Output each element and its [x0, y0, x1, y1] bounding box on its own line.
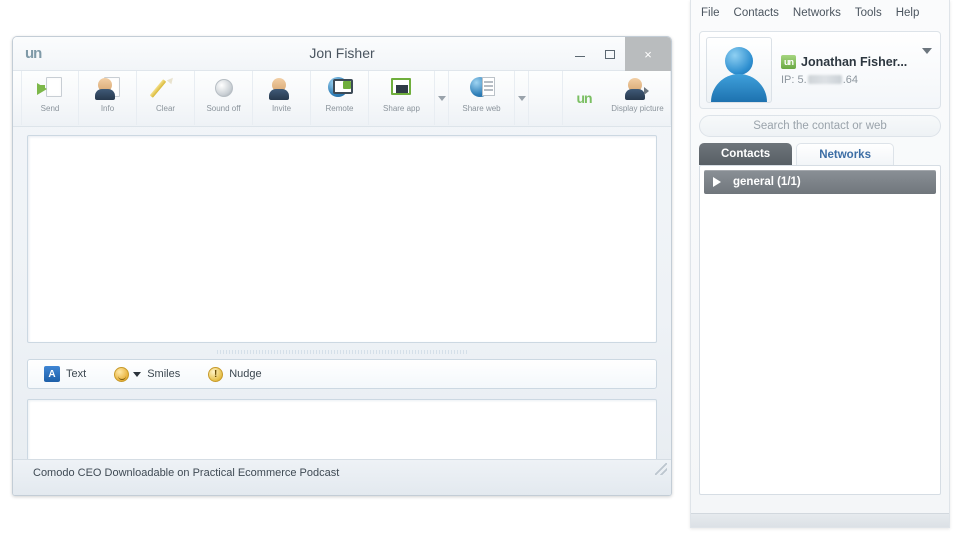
ribbon-button-invite[interactable]: Invite	[253, 71, 311, 125]
format-button-text[interactable]: A Text	[44, 366, 86, 382]
menu-bar: File Contacts Networks Tools Help	[691, 0, 949, 26]
search-input[interactable]: Search the contact or web	[699, 115, 941, 137]
ribbon-button-sound-off[interactable]: Sound off	[195, 71, 253, 125]
display-picture-icon	[624, 75, 651, 101]
menu-item-contacts[interactable]: Contacts	[734, 7, 779, 19]
ribbon-button-share-web[interactable]: Share web	[449, 71, 515, 125]
menu-item-tools[interactable]: Tools	[855, 7, 882, 19]
sound-off-icon	[211, 75, 237, 101]
ribbon-label-share-web: Share web	[462, 104, 501, 113]
ribbon-button-clear[interactable]: Clear	[137, 71, 195, 125]
chevron-down-icon	[437, 95, 446, 101]
ribbon-label-send: Send	[40, 104, 60, 113]
ribbon-button-send[interactable]: Send	[21, 71, 79, 125]
triangle-right-icon[interactable]	[713, 177, 721, 187]
minimize-button[interactable]	[565, 37, 595, 71]
remote-desktop-icon	[327, 75, 353, 101]
profile-name: Jonathan Fisher...	[801, 54, 908, 69]
text-format-icon: A	[44, 366, 60, 382]
profile-ip-address: IP: 5. .64	[781, 74, 934, 86]
ribbon-right-group: un Display picture	[563, 71, 671, 125]
share-app-dropdown-button[interactable]	[435, 71, 449, 125]
menu-item-help[interactable]: Help	[896, 7, 920, 19]
pencil-clear-icon	[149, 75, 179, 101]
chevron-down-icon[interactable]	[922, 48, 932, 54]
profile-card[interactable]: un Jonathan Fisher... IP: 5. .64	[699, 31, 941, 109]
tab-networks[interactable]: Networks	[796, 143, 894, 165]
ribbon-button-info[interactable]: Info	[79, 71, 137, 125]
share-app-icon	[389, 75, 415, 101]
nudge-icon: !	[208, 366, 224, 382]
triangle-right-icon	[643, 87, 649, 95]
menu-item-networks[interactable]: Networks	[793, 7, 841, 19]
contact-group-row[interactable]: general (1/1)	[704, 170, 936, 194]
invite-people-icon	[268, 75, 295, 101]
chat-transcript-area[interactable]	[27, 135, 657, 343]
chat-titlebar: un Jon Fisher ×	[13, 37, 671, 71]
ribbon-label-info: Info	[100, 104, 115, 113]
maximize-button[interactable]	[595, 37, 625, 71]
ribbon-label-remote: Remote	[325, 104, 354, 113]
smiley-icon	[114, 366, 130, 382]
redacted-ip-segment	[807, 75, 842, 84]
format-button-smiles[interactable]: Smiles	[114, 366, 181, 382]
ribbon-button-share-app[interactable]: Share app	[369, 71, 435, 125]
close-button[interactable]: ×	[625, 37, 671, 71]
ribbon-spacer	[529, 71, 563, 125]
chat-status-bar: Comodo CEO Downloadable on Practical Eco…	[13, 459, 671, 495]
ribbon-button-display-picture[interactable]: Display picture	[605, 71, 671, 125]
send-mail-icon	[37, 75, 63, 101]
share-web-icon	[469, 75, 495, 101]
resize-grip-icon[interactable]	[655, 463, 667, 475]
format-button-nudge[interactable]: ! Nudge	[208, 366, 262, 382]
ribbon-label-clear: Clear	[155, 104, 176, 113]
panel-footer	[691, 513, 949, 527]
minimize-icon	[575, 56, 585, 57]
contact-info-icon	[94, 75, 121, 101]
chat-window: un Jon Fisher × Send Info Clear Sound of…	[12, 36, 672, 496]
ribbon-label-sound-off: Sound off	[206, 104, 241, 113]
avatar[interactable]	[706, 37, 772, 103]
tab-contacts[interactable]: Contacts	[699, 143, 793, 165]
panel-tabs: Contacts Networks	[699, 143, 941, 165]
share-web-dropdown-button[interactable]	[515, 71, 529, 125]
message-format-toolbar: A Text Smiles ! Nudge	[27, 359, 657, 389]
status-message: Comodo CEO Downloadable on Practical Eco…	[33, 467, 340, 479]
maximize-icon	[605, 49, 615, 59]
ribbon-label-invite: Invite	[271, 104, 292, 113]
format-label-smiles: Smiles	[147, 368, 181, 380]
chat-splitter-handle[interactable]	[27, 345, 657, 359]
ribbon-brand-logo-icon: un	[576, 90, 592, 106]
window-controls: ×	[565, 37, 671, 71]
profile-name-row: un Jonathan Fisher...	[781, 54, 934, 69]
ribbon-button-remote[interactable]: Remote	[311, 71, 369, 125]
menu-item-file[interactable]: File	[701, 7, 720, 19]
format-label-text: Text	[66, 368, 87, 380]
contact-list[interactable]: general (1/1)	[699, 165, 941, 495]
chat-ribbon-toolbar: Send Info Clear Sound off Invite Remote …	[13, 71, 671, 127]
status-badge: un	[781, 54, 796, 69]
contact-group-label: general (1/1)	[733, 176, 801, 188]
ribbon-label-display-picture: Display picture	[611, 104, 664, 113]
ribbon-label-share-app: Share app	[383, 104, 420, 113]
splitter-grip-icon	[217, 350, 467, 354]
chevron-down-icon	[133, 371, 142, 377]
format-label-nudge: Nudge	[229, 368, 262, 380]
profile-ip-suffix: .64	[842, 73, 858, 86]
chevron-down-icon	[517, 95, 526, 101]
profile-info: un Jonathan Fisher... IP: 5. .64	[781, 54, 934, 86]
profile-ip-prefix: IP: 5.	[781, 73, 807, 86]
contacts-panel: File Contacts Networks Tools Help un Jon…	[690, 0, 950, 528]
